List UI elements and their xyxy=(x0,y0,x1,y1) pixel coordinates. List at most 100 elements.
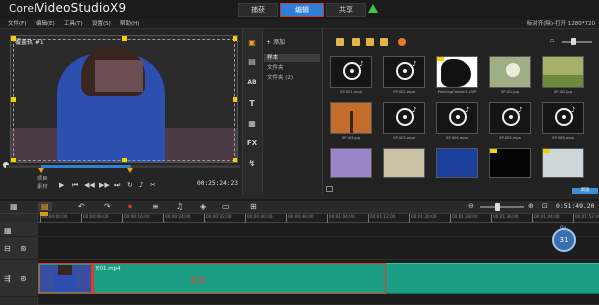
library-thumbnail[interactable] xyxy=(436,148,478,178)
tab-edit[interactable]: 编辑 xyxy=(280,3,324,17)
playhead-marker[interactable] xyxy=(40,212,48,216)
preview-frame[interactable]: 覆盖轨 #1 xyxy=(10,35,238,163)
menu-edit[interactable]: 编辑(E) xyxy=(36,19,55,29)
trim-in-marker[interactable] xyxy=(38,168,44,173)
resize-handle[interactable] xyxy=(233,97,237,102)
video-filter-icon[interactable] xyxy=(352,38,360,46)
tab-capture[interactable]: 捕获 xyxy=(238,3,278,17)
library-thumbnail[interactable] xyxy=(489,56,531,88)
menu-file[interactable]: 文件(F) xyxy=(8,19,26,29)
audio-filter-icon[interactable] xyxy=(380,38,388,46)
zoom-in-icon[interactable]: ⊕ xyxy=(528,202,534,210)
resize-handle[interactable] xyxy=(122,158,127,162)
track-manager-icon[interactable]: ▦ xyxy=(4,226,12,235)
library-thumbnail[interactable]: ♪ xyxy=(383,102,425,134)
zoom-out-icon[interactable]: ▫ xyxy=(550,37,554,44)
last-icon[interactable]: ⏭ xyxy=(114,181,120,189)
folder-item[interactable]: 文件夹 (2) xyxy=(264,74,320,82)
audio-disc-hole xyxy=(350,69,354,73)
auto-music-icon[interactable]: ♫ xyxy=(176,202,183,211)
add-folder-button[interactable]: + 添加 xyxy=(266,37,285,46)
timeline-icon[interactable]: ▤ xyxy=(38,202,52,211)
film-reel-icon[interactable]: ⊛ xyxy=(20,274,27,283)
music-note-icon: ♪ xyxy=(359,60,364,68)
zoom-out-icon[interactable]: ⊖ xyxy=(468,202,474,210)
library-thumbnail[interactable]: ♪ xyxy=(436,102,478,134)
mixer-icon[interactable]: ≡ xyxy=(152,202,159,211)
library-thumbnail[interactable]: ♪ xyxy=(542,102,584,134)
volume-icon[interactable]: ♪ xyxy=(139,181,143,189)
redo-icon[interactable]: ↷ xyxy=(104,202,111,211)
zoom-percent-badge[interactable]: 31 xyxy=(552,228,576,252)
ruler-tick xyxy=(122,214,123,223)
multicam-icon[interactable]: ⊞ xyxy=(250,202,257,211)
marker-badge xyxy=(543,149,550,153)
transition-icon[interactable]: AB xyxy=(247,77,257,87)
motion-icon[interactable]: ◈ xyxy=(200,202,206,211)
thumbnail-label: SP-I02.jpg xyxy=(553,90,572,94)
thumbnail-zoom-slider[interactable] xyxy=(562,41,592,43)
resize-handle[interactable] xyxy=(233,158,237,162)
timeline-zoom-thumb[interactable] xyxy=(495,203,500,211)
fit-project-icon[interactable]: ⊡ xyxy=(542,202,548,210)
resize-handle[interactable] xyxy=(11,158,16,162)
library-thumbnail[interactable] xyxy=(383,148,425,178)
mode-project[interactable]: 项目 xyxy=(37,175,47,182)
split-icon[interactable]: ✂ xyxy=(150,181,156,189)
paint-stroke xyxy=(441,59,471,87)
lane-top[interactable] xyxy=(38,223,599,237)
menu-tools[interactable]: 工具(T) xyxy=(64,19,83,29)
filter-icon[interactable]: FX xyxy=(247,138,257,148)
timeline-zoom-slider[interactable] xyxy=(480,206,524,208)
thumbnail-zoom-thumb[interactable] xyxy=(571,38,576,45)
marker-badge xyxy=(490,149,497,153)
storyboard-icon[interactable]: ▦ xyxy=(10,202,18,211)
photo-filter-icon[interactable] xyxy=(366,38,374,46)
library-thumbnail[interactable] xyxy=(489,148,531,178)
resize-handle[interactable] xyxy=(233,36,237,41)
menu-settings[interactable]: 设置(S) xyxy=(92,19,111,29)
folder-item[interactable]: 样本 xyxy=(264,54,320,62)
repeat-icon[interactable]: ↻ xyxy=(127,181,133,189)
library-thumbnail[interactable] xyxy=(330,102,372,134)
record-icon[interactable]: ⏺ xyxy=(128,202,132,211)
folder-item[interactable]: 文件夹 xyxy=(264,64,320,72)
library-thumbnail[interactable]: ♪ xyxy=(330,56,372,88)
lane-video[interactable] xyxy=(38,237,599,260)
first-icon[interactable]: ⏮ xyxy=(72,181,78,189)
track-header-overlay: ⇶ ⊛ xyxy=(0,260,38,297)
graphic-icon[interactable]: ▦ xyxy=(247,118,257,128)
thumbnail-label: SP-S02.mpa xyxy=(393,90,415,94)
title-icon[interactable]: T xyxy=(247,98,257,108)
media-icon[interactable]: ▣ xyxy=(247,37,257,47)
upload-arrow-icon[interactable] xyxy=(368,4,378,13)
trim-out-marker[interactable] xyxy=(127,168,133,173)
next-icon[interactable]: ▶▶ xyxy=(99,181,110,189)
library-thumbnail[interactable] xyxy=(542,148,584,178)
menu-help[interactable]: 帮助(H) xyxy=(120,19,139,29)
ripple-edit-icon[interactable]: ⇶ xyxy=(4,274,11,283)
film-reel-icon[interactable]: ⊛ xyxy=(20,244,27,253)
instant-project-icon[interactable]: ▤ xyxy=(247,56,257,66)
lock-icon[interactable]: ⊟ xyxy=(4,244,11,253)
library-thumbnail[interactable] xyxy=(436,56,478,88)
library-thumbnail[interactable] xyxy=(330,148,372,178)
resize-handle[interactable] xyxy=(11,97,16,102)
library-thumbnail[interactable]: ♪ xyxy=(383,56,425,88)
prev-icon[interactable]: ◀◀ xyxy=(84,181,95,189)
library-thumbnail[interactable]: ♪ xyxy=(489,102,531,134)
timeline-timecode[interactable]: 0:51:49.20 xyxy=(556,202,594,210)
import-icon[interactable] xyxy=(398,38,406,46)
subtitle-icon[interactable]: ▭ xyxy=(222,202,230,211)
preview-timecode[interactable]: 00:25:24:23 xyxy=(197,180,238,187)
mode-clip[interactable]: 素材 xyxy=(37,183,47,190)
browse-button[interactable]: 浏览 xyxy=(572,188,598,194)
library-thumbnail[interactable] xyxy=(542,56,584,88)
resize-handle[interactable] xyxy=(122,36,127,41)
path-icon[interactable]: ↯ xyxy=(247,158,257,168)
folder-icon[interactable] xyxy=(336,38,344,46)
undo-icon[interactable]: ↶ xyxy=(78,202,85,211)
play-icon[interactable]: ▶ xyxy=(59,181,64,189)
options-icon[interactable] xyxy=(326,186,333,192)
tab-share[interactable]: 共享 xyxy=(326,3,366,17)
